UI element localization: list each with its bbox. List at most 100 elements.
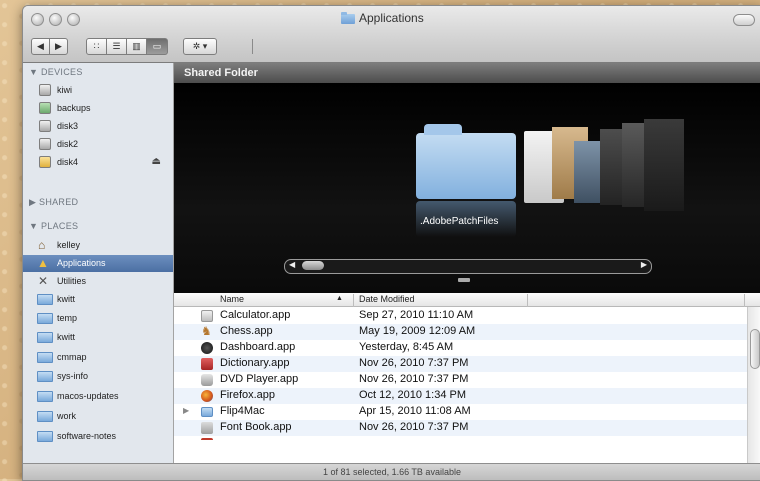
list-item[interactable]: Calculator.app Sep 27, 2010 11:10 AM [174,308,747,324]
application-icon[interactable] [644,119,684,211]
file-date: Oct 12, 2010 1:34 PM [359,389,467,401]
list-item[interactable]: Firefox.app Oct 12, 2010 1:34 PM [174,388,747,404]
list-item[interactable]: ♞ Chess.app May 19, 2009 12:09 AM [174,324,747,340]
folder-icon[interactable] [416,124,516,199]
coverflow-view[interactable]: .AdobePatchFiles ◀ ▶ [174,83,760,293]
sidebar-item-sys-info[interactable]: sys-info [23,368,173,385]
title-bar: Applications ◀ ▶ ∷ ☰ ▥ ▭ ✲ ▾ [23,6,760,63]
list-item-partial [174,436,747,440]
dashboard-icon [201,342,213,354]
list-item[interactable]: Dictionary.app Nov 26, 2010 7:37 PM [174,356,747,372]
sidebar-item-utilities[interactable]: ✕ Utilities [23,273,173,290]
sidebar-item-kwitt[interactable]: kwitt [23,291,173,308]
date-modified-column-header[interactable]: Date Modified [359,294,415,304]
sidebar-item-label: disk3 [57,121,79,131]
folder-icon [37,332,53,343]
shared-header[interactable]: ▶ SHARED [29,197,78,208]
sidebar-item-label: disk4 [57,157,79,167]
file-list: Name ▲ Date Modified Calculator.app Sep … [174,293,760,464]
disclosure-triangle-icon[interactable]: ▶ [183,406,189,415]
sidebar-item-disk3[interactable]: disk3 [23,118,173,135]
sidebar-item-label: software-notes [57,431,117,441]
finder-window: Applications ◀ ▶ ∷ ☰ ▥ ▭ ✲ ▾ ▼ DEVICES k… [22,5,760,481]
view-column-button[interactable]: ▥ [126,38,147,55]
sidebar-item-kiwi[interactable]: kiwi [23,82,173,99]
eject-icon[interactable]: ⏏ [152,156,161,167]
folder-icon [341,12,355,24]
sidebar: ▼ DEVICES kiwi backups disk3 disk2 disk4… [23,63,174,464]
file-name: Flip4Mac [220,405,265,417]
file-date: Yesterday, 8:45 AM [359,341,454,353]
minimize-button[interactable] [49,13,62,26]
view-list-button[interactable]: ☰ [106,38,127,55]
vertical-scroll-thumb[interactable] [750,329,760,369]
coverflow-scrollbar[interactable]: ◀ ▶ [284,259,652,274]
column-divider[interactable] [353,294,354,307]
zoom-button[interactable] [67,13,80,26]
action-menu-button[interactable]: ✲ ▾ [183,38,217,55]
sidebar-item-applications[interactable]: ▲ Applications [23,255,173,272]
toolbar-divider [252,39,253,54]
folder-icon [37,313,53,324]
resize-grip[interactable] [458,278,470,282]
sidebar-item-kelley[interactable]: ⌂ kelley [23,237,173,254]
list-item[interactable]: DVD Player.app Nov 26, 2010 7:37 PM [174,372,747,388]
gear-icon: ✲ ▾ [192,41,208,51]
view-coverflow-button[interactable]: ▭ [146,38,168,55]
vertical-scrollbar[interactable] [747,307,760,464]
coverflow-scroll-thumb[interactable] [302,261,324,270]
file-name: Font Book.app [220,421,292,433]
chess-icon: ♞ [201,324,212,338]
sidebar-item-disk2[interactable]: disk2 [23,136,173,153]
sidebar-item-macos-updates[interactable]: macos-updates [23,388,173,405]
sidebar-item-temp[interactable]: temp [23,310,173,327]
column-view-icon: ▥ [132,41,141,51]
back-arrow-icon: ◀ [37,41,44,51]
places-header: ▼ PLACES [29,221,79,231]
harddisk-icon [39,102,51,114]
sidebar-item-disk4[interactable]: disk4 ⏏ [23,154,173,171]
status-bar: 1 of 81 selected, 1.66 TB available [23,463,760,480]
sidebar-item-label: work [57,411,77,421]
sidebar-item-kwitt-2[interactable]: kwitt [23,329,173,346]
file-name: Dashboard.app [220,341,296,353]
folder-icon [37,352,53,363]
forward-button[interactable]: ▶ [49,38,68,55]
sidebar-item-backups[interactable]: backups [23,100,173,117]
window-title: Applications [341,11,424,25]
sort-ascending-icon: ▲ [336,295,343,302]
harddisk-icon [39,84,51,96]
folder-icon [37,411,53,422]
file-name: DVD Player.app [220,373,299,385]
window-title-text: Applications [359,11,424,25]
list-item[interactable]: Dashboard.app Yesterday, 8:45 AM [174,340,747,356]
scroll-right-icon[interactable]: ▶ [641,260,647,269]
column-divider[interactable] [527,294,528,307]
file-name: Firefox.app [220,389,276,401]
list-item[interactable]: ▶ Flip4Mac Apr 15, 2010 11:08 AM [174,404,747,420]
toolbar-toggle-button[interactable] [733,14,755,26]
sidebar-item-label: macos-updates [57,391,119,401]
close-button[interactable] [31,13,44,26]
icon-view-icon: ∷ [93,41,100,51]
folder-icon [37,294,53,305]
view-icon-button[interactable]: ∷ [86,38,107,55]
sidebar-item-label: Applications [57,258,106,268]
sidebar-item-software-notes[interactable]: software-notes [23,428,173,445]
name-column-header[interactable]: Name [220,294,244,304]
path-bar: Shared Folder [174,63,760,83]
sidebar-item-cmmap[interactable]: cmmap [23,349,173,366]
sidebar-item-work[interactable]: work [23,408,173,425]
column-divider[interactable] [744,294,745,307]
file-date: Nov 26, 2010 7:37 PM [359,421,469,433]
font-book-icon [201,422,213,434]
applications-icon: ▲ [37,256,49,270]
column-header: Name ▲ Date Modified [174,293,760,307]
back-button[interactable]: ◀ [31,38,50,55]
sidebar-item-label: sys-info [57,371,89,381]
sidebar-item-label: kwitt [57,332,75,342]
path-bar-label: Shared Folder [184,67,258,79]
scroll-left-icon[interactable]: ◀ [289,260,295,269]
list-item[interactable]: Font Book.app Nov 26, 2010 7:37 PM [174,420,747,436]
sidebar-item-label: Utilities [57,276,87,286]
